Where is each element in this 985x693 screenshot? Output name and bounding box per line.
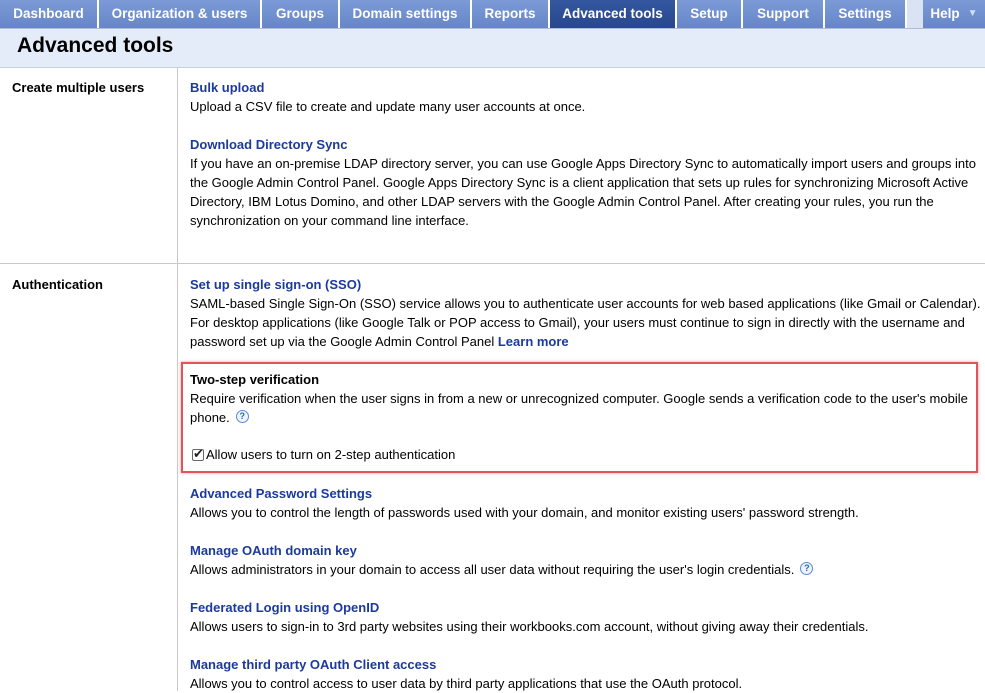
desc-line: password set up via the Google Admin Con… [190, 332, 985, 351]
oauth-client-item: Manage third party OAuth Client access A… [190, 657, 985, 693]
desc-line: the Google Admin Control Panel. Google A… [190, 175, 969, 190]
bulk-upload-item: Bulk upload Upload a CSV file to create … [190, 80, 985, 116]
sso-item: Set up single sign-on (SSO) SAML-based S… [190, 277, 985, 351]
help-tab-label: Help [930, 6, 960, 21]
openid-desc: Allows users to sign-in to 3rd party web… [190, 619, 869, 634]
tab-advanced-tools[interactable]: Advanced tools [550, 0, 677, 28]
desc-line: synchronization on your command line int… [190, 213, 469, 228]
openid-item: Federated Login using OpenID Allows user… [190, 600, 985, 636]
oauth-domain-key-desc: Allows administrators in your domain to … [190, 560, 985, 579]
directory-sync-link[interactable]: Download Directory Sync [190, 137, 985, 152]
tab-setup[interactable]: Setup [677, 0, 743, 28]
two-step-checkbox[interactable] [192, 446, 204, 462]
desc-line-text: password set up via the Google Admin Con… [190, 334, 495, 349]
desc-line: SAML-based Single Sign-On (SSO) service … [190, 296, 981, 311]
chevron-down-icon: ▼ [967, 8, 978, 20]
title-bar: Advanced tools [0, 29, 985, 68]
tab-dashboard[interactable]: Dashboard [0, 0, 99, 28]
sso-desc: SAML-based Single Sign-On (SSO) service … [190, 294, 985, 351]
column-divider [177, 264, 178, 691]
two-step-checkbox-row[interactable]: Allow users to turn on 2-step authentica… [192, 446, 455, 462]
two-step-checkbox-label[interactable]: Allow users to turn on 2-step authentica… [206, 447, 455, 462]
section-label-authentication: Authentication [12, 277, 103, 292]
tab-support[interactable]: Support [743, 0, 825, 28]
bulk-upload-desc: Upload a CSV file to create and update m… [190, 99, 586, 114]
help-icon[interactable]: ? [235, 410, 249, 423]
tab-help[interactable]: Help ▼ [923, 0, 985, 28]
password-settings-desc: Allows you to control the length of pass… [190, 505, 859, 520]
tab-groups[interactable]: Groups [262, 0, 340, 28]
page-title: Advanced tools [17, 34, 174, 57]
password-settings-item: Advanced Password Settings Allows you to… [190, 486, 985, 522]
two-step-desc: Require verification when the user signs… [190, 389, 985, 427]
desc-line-text: Allows administrators in your domain to … [190, 562, 795, 577]
password-settings-link[interactable]: Advanced Password Settings [190, 486, 985, 501]
row-divider [0, 263, 985, 264]
desc-line: phone.? [190, 408, 985, 427]
desc-line-text: phone. [190, 410, 230, 425]
column-divider [177, 68, 178, 263]
help-icon[interactable]: ? [800, 562, 814, 575]
oauth-domain-key-item: Manage OAuth domain key Allows administr… [190, 543, 985, 579]
bulk-upload-link[interactable]: Bulk upload [190, 80, 985, 95]
tab-organization-users[interactable]: Organization & users [99, 0, 262, 28]
desc-line: Directory, IBM Lotus Domino, and other L… [190, 194, 934, 209]
tab-reports[interactable]: Reports [472, 0, 550, 28]
two-step-item: Two-step verification Require verificati… [190, 372, 985, 427]
oauth-client-link[interactable]: Manage third party OAuth Client access [190, 657, 985, 672]
tab-domain-settings[interactable]: Domain settings [340, 0, 472, 28]
tab-settings[interactable]: Settings [825, 0, 907, 28]
directory-sync-item: Download Directory Sync If you have an o… [190, 137, 985, 230]
desc-line: For desktop applications (like Google Ta… [190, 315, 965, 330]
oauth-domain-key-link[interactable]: Manage OAuth domain key [190, 543, 985, 558]
oauth-client-desc: Allows you to control access to user dat… [190, 676, 743, 691]
two-step-title: Two-step verification [190, 372, 320, 387]
sso-link[interactable]: Set up single sign-on (SSO) [190, 277, 985, 292]
desc-line: Require verification when the user signs… [190, 391, 968, 406]
openid-link[interactable]: Federated Login using OpenID [190, 600, 985, 615]
top-nav: Dashboard Organization & users Groups Do… [0, 0, 985, 29]
directory-sync-desc: If you have an on-premise LDAP directory… [190, 154, 985, 230]
learn-more-link[interactable]: Learn more [498, 334, 569, 349]
desc-line: If you have an on-premise LDAP directory… [190, 156, 976, 171]
section-label-create-users: Create multiple users [12, 80, 145, 95]
